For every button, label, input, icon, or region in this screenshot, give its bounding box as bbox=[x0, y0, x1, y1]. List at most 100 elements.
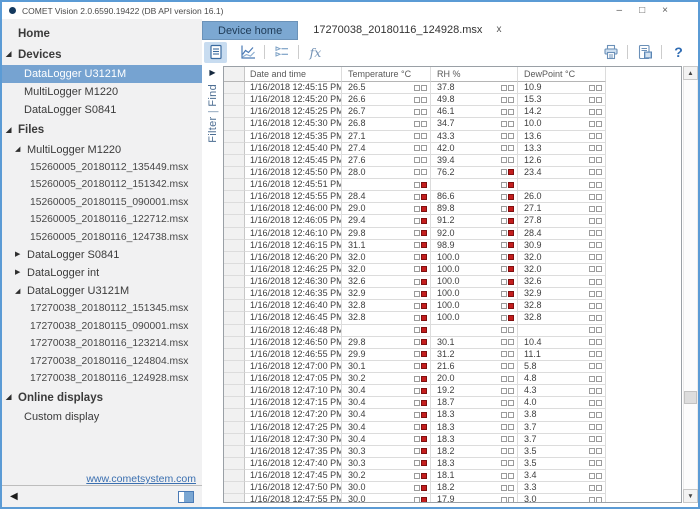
sidebar-item-5[interactable]: ◢Files bbox=[2, 120, 202, 141]
cell-rh[interactable]: 20.0 bbox=[431, 373, 518, 385]
cell-temperature[interactable]: 30.2 bbox=[342, 373, 431, 385]
row-header-cell[interactable] bbox=[224, 94, 245, 106]
cell-datetime[interactable]: 1/16/2018 12:46:50 PM bbox=[245, 337, 342, 349]
cell-datetime[interactable]: 1/16/2018 12:46:25 PM bbox=[245, 264, 342, 276]
cell-rh[interactable]: 39.4 bbox=[431, 155, 518, 167]
sidebar-item-14[interactable]: ◢DataLogger U3121M bbox=[2, 282, 202, 300]
expanded-tree-arrow-icon[interactable]: ◢ bbox=[15, 288, 27, 295]
sidebar-file-7[interactable]: 15260005_20180112_135449.msx bbox=[2, 159, 202, 176]
cell-datetime[interactable]: 1/16/2018 12:47:20 PM bbox=[245, 409, 342, 421]
cell-datetime[interactable]: 1/16/2018 12:46:30 PM bbox=[245, 276, 342, 288]
expanded-tree-arrow-icon[interactable]: ◢ bbox=[6, 51, 18, 58]
cell-datetime[interactable]: 1/16/2018 12:45:40 PM bbox=[245, 143, 342, 155]
cell-datetime[interactable]: 1/16/2018 12:45:50 PM bbox=[245, 167, 342, 179]
cell-dewpoint[interactable]: 32.6 bbox=[518, 276, 606, 288]
sidebar-item-20[interactable]: ◢Online displays bbox=[2, 387, 202, 408]
cell-temperature[interactable]: 32.9 bbox=[342, 288, 431, 300]
cell-datetime[interactable]: 1/16/2018 12:45:30 PM bbox=[245, 118, 342, 130]
cell-temperature[interactable]: 29.0 bbox=[342, 203, 431, 215]
cell-dewpoint[interactable]: 3.0 bbox=[518, 494, 606, 503]
cell-temperature[interactable]: 30.0 bbox=[342, 494, 431, 503]
sidebar-item-12[interactable]: ▶DataLogger S0841 bbox=[2, 246, 202, 264]
cell-temperature[interactable]: 26.7 bbox=[342, 106, 431, 118]
expanded-tree-arrow-icon[interactable]: ◢ bbox=[6, 394, 18, 401]
cell-dewpoint[interactable]: 3.3 bbox=[518, 482, 606, 494]
expanded-tree-arrow-icon[interactable]: ◢ bbox=[15, 146, 27, 153]
cell-dewpoint[interactable]: 10.9 bbox=[518, 82, 606, 94]
cell-rh[interactable]: 34.7 bbox=[431, 118, 518, 130]
cell-temperature[interactable]: 30.4 bbox=[342, 397, 431, 409]
cell-temperature[interactable]: 28.0 bbox=[342, 167, 431, 179]
row-header-cell[interactable] bbox=[224, 434, 245, 446]
cell-datetime[interactable]: 1/16/2018 12:46:40 PM bbox=[245, 300, 342, 312]
row-header-cell[interactable] bbox=[224, 118, 245, 130]
cell-temperature[interactable]: 31.1 bbox=[342, 240, 431, 252]
close-button[interactable]: × bbox=[662, 6, 668, 16]
collapsed-tree-arrow-icon[interactable]: ▶ bbox=[15, 269, 27, 276]
sidebar-file-16[interactable]: 17270038_20180115_090001.msx bbox=[2, 318, 202, 335]
cell-datetime[interactable]: 1/16/2018 12:47:15 PM bbox=[245, 397, 342, 409]
cell-dewpoint[interactable]: 32.9 bbox=[518, 288, 606, 300]
cell-dewpoint[interactable]: 32.0 bbox=[518, 264, 606, 276]
cell-datetime[interactable]: 1/16/2018 12:47:30 PM bbox=[245, 434, 342, 446]
cell-dewpoint[interactable]: 3.7 bbox=[518, 434, 606, 446]
cell-dewpoint[interactable]: 10.4 bbox=[518, 337, 606, 349]
cell-dewpoint[interactable]: 3.4 bbox=[518, 470, 606, 482]
cell-datetime[interactable]: 1/16/2018 12:45:45 PM bbox=[245, 155, 342, 167]
minimize-button[interactable]: – bbox=[617, 6, 623, 16]
cell-dewpoint[interactable]: 32.0 bbox=[518, 252, 606, 264]
cell-datetime[interactable]: 1/16/2018 12:45:35 PM bbox=[245, 131, 342, 143]
cell-rh[interactable]: 100.0 bbox=[431, 264, 518, 276]
cell-temperature[interactable]: 30.4 bbox=[342, 422, 431, 434]
tab-find[interactable]: Find bbox=[207, 84, 219, 107]
sidebar-file-19[interactable]: 17270038_20180116_124928.msx bbox=[2, 370, 202, 387]
cell-datetime[interactable]: 1/16/2018 12:46:55 PM bbox=[245, 349, 342, 361]
sidebar-item-2[interactable]: DataLogger U3121M bbox=[2, 65, 202, 83]
cell-temperature[interactable]: 30.0 bbox=[342, 482, 431, 494]
cell-datetime[interactable]: 1/16/2018 12:47:10 PM bbox=[245, 385, 342, 397]
cell-datetime[interactable]: 1/16/2018 12:47:40 PM bbox=[245, 458, 342, 470]
row-header-cell[interactable] bbox=[224, 131, 245, 143]
cell-rh[interactable]: 100.0 bbox=[431, 312, 518, 324]
cell-temperature[interactable]: 32.0 bbox=[342, 252, 431, 264]
row-header-cell[interactable] bbox=[224, 155, 245, 167]
cell-rh[interactable]: 100.0 bbox=[431, 300, 518, 312]
row-header-cell[interactable] bbox=[224, 228, 245, 240]
maximize-button[interactable]: □ bbox=[639, 6, 645, 16]
cell-rh[interactable]: 18.3 bbox=[431, 434, 518, 446]
cell-dewpoint[interactable]: 3.7 bbox=[518, 422, 606, 434]
row-header-cell[interactable] bbox=[224, 191, 245, 203]
export-button[interactable] bbox=[633, 42, 656, 63]
tab-device-home[interactable]: Device home bbox=[202, 21, 298, 40]
cell-temperature[interactable]: 29.8 bbox=[342, 337, 431, 349]
row-header-cell[interactable] bbox=[224, 446, 245, 458]
sidebar-file-18[interactable]: 17270038_20180116_124804.msx bbox=[2, 352, 202, 369]
cell-dewpoint[interactable]: 3.5 bbox=[518, 446, 606, 458]
cell-rh[interactable]: 100.0 bbox=[431, 252, 518, 264]
cell-dewpoint[interactable]: 26.0 bbox=[518, 191, 606, 203]
cell-rh[interactable]: 18.2 bbox=[431, 446, 518, 458]
cell-rh[interactable]: 37.8 bbox=[431, 82, 518, 94]
cell-datetime[interactable]: 1/16/2018 12:46:48 PM bbox=[245, 325, 342, 337]
cell-dewpoint[interactable]: 27.1 bbox=[518, 203, 606, 215]
cell-datetime[interactable]: 1/16/2018 12:46:10 PM bbox=[245, 228, 342, 240]
cell-temperature[interactable]: 32.6 bbox=[342, 276, 431, 288]
cell-rh[interactable]: 86.6 bbox=[431, 191, 518, 203]
cell-temperature[interactable] bbox=[342, 325, 431, 337]
cell-temperature[interactable]: 30.4 bbox=[342, 385, 431, 397]
cell-rh[interactable]: 100.0 bbox=[431, 288, 518, 300]
row-header-cell[interactable] bbox=[224, 494, 245, 503]
cell-rh[interactable]: 46.1 bbox=[431, 106, 518, 118]
cell-temperature[interactable]: 29.4 bbox=[342, 215, 431, 227]
cell-temperature[interactable] bbox=[342, 179, 431, 191]
cell-datetime[interactable]: 1/16/2018 12:46:15 PM bbox=[245, 240, 342, 252]
cell-temperature[interactable]: 29.8 bbox=[342, 228, 431, 240]
scrollbar-thumb[interactable] bbox=[684, 391, 697, 404]
cell-rh[interactable]: 76.2 bbox=[431, 167, 518, 179]
cell-dewpoint[interactable]: 4.8 bbox=[518, 373, 606, 385]
cell-temperature[interactable]: 26.6 bbox=[342, 94, 431, 106]
cell-datetime[interactable]: 1/16/2018 12:46:00 PM bbox=[245, 203, 342, 215]
cell-datetime[interactable]: 1/16/2018 12:47:45 PM bbox=[245, 470, 342, 482]
row-header-cell[interactable] bbox=[224, 397, 245, 409]
cell-temperature[interactable]: 28.4 bbox=[342, 191, 431, 203]
